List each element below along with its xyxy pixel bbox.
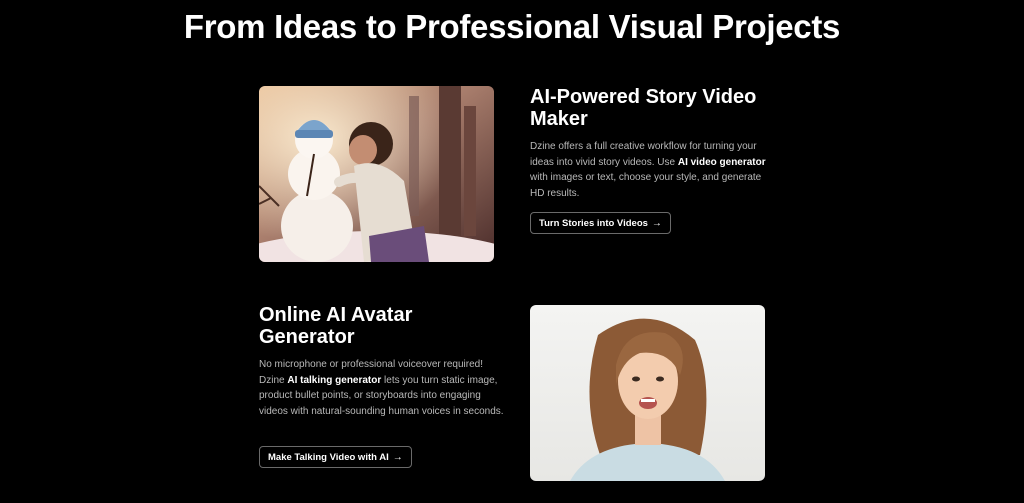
make-talking-video-button[interactable]: Make Talking Video with AI → [259, 446, 412, 468]
cta-label: Make Talking Video with AI [268, 451, 389, 463]
talking-woman-image [530, 305, 765, 481]
girl-snowman-image [259, 86, 494, 262]
cta-label: Turn Stories into Videos [539, 217, 648, 229]
arrow-right-icon: → [392, 451, 403, 463]
avatar-section-title: Online AI Avatar Generator [259, 304, 413, 348]
ai-talking-generator-link[interactable]: AI talking generator [287, 375, 381, 386]
avatar-video-thumbnail[interactable] [530, 305, 765, 481]
story-section-title: AI-Powered Story Video Maker [530, 86, 757, 130]
turn-stories-into-videos-button[interactable]: Turn Stories into Videos → [530, 212, 671, 234]
page-title: From Ideas to Professional Visual Projec… [183, 8, 841, 45]
arrow-right-icon: → [651, 217, 662, 229]
avatar-section-description: No microphone or professional voiceover … [259, 359, 504, 417]
ai-video-generator-link[interactable]: AI video generator [678, 157, 766, 168]
story-section-description: Dzine offers a full creative workflow fo… [530, 141, 766, 199]
story-video-thumbnail[interactable] [259, 86, 494, 262]
